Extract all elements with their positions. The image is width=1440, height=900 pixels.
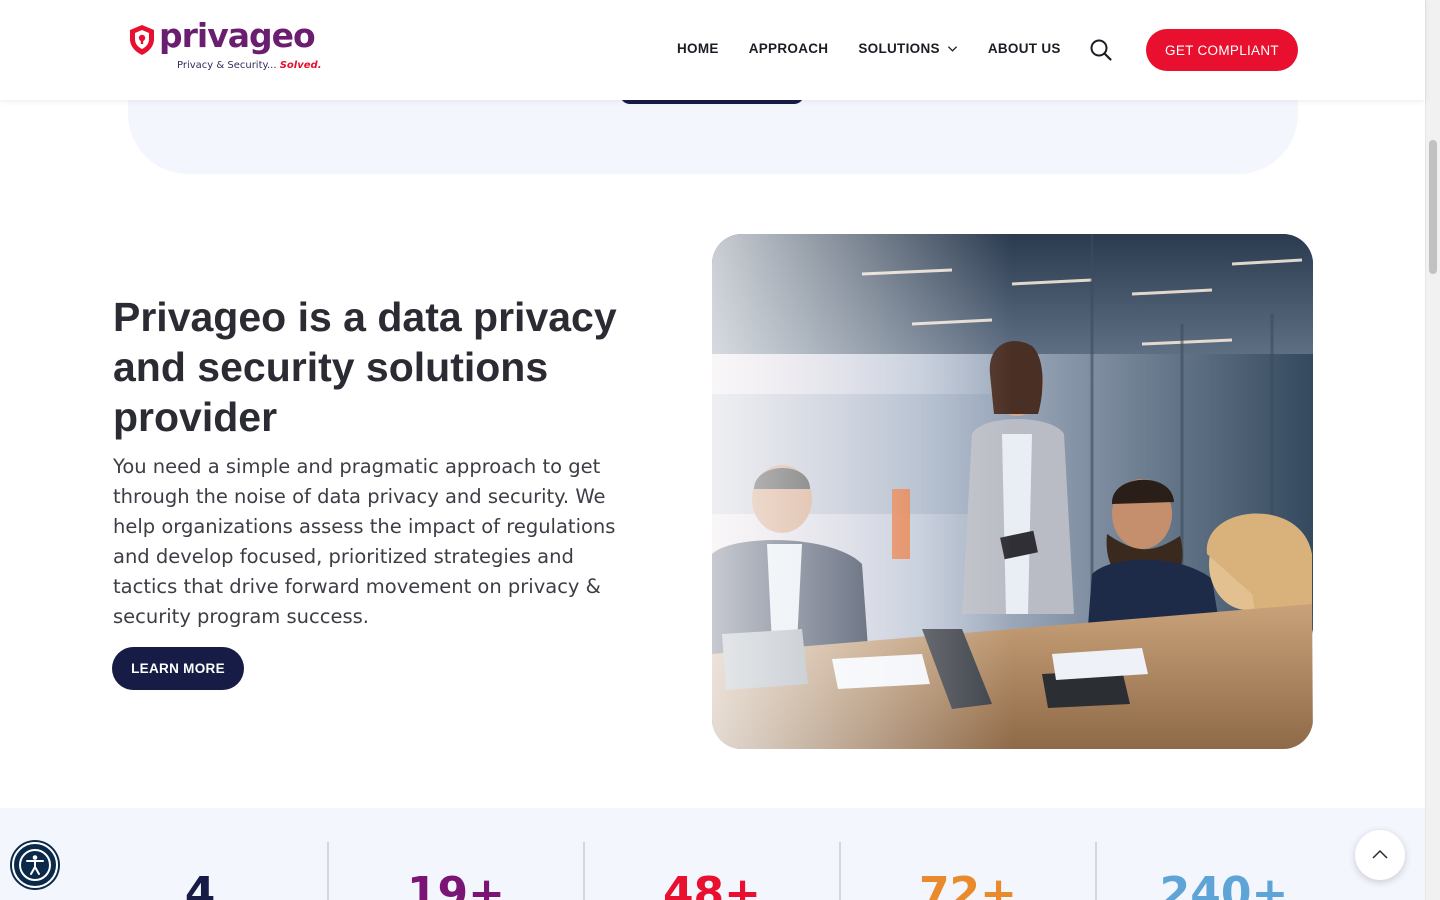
stats-band: 4 19+ 48+ 72+ 240+	[0, 808, 1425, 900]
stat-value: 4	[184, 868, 216, 900]
tagline-accent: Solved.	[279, 60, 322, 71]
stat-value: 48+	[662, 868, 762, 900]
nav-label-solutions: SOLUTIONS	[858, 41, 940, 56]
nav-label-home: HOME	[677, 41, 719, 56]
learn-more-button[interactable]: LEARN MORE	[112, 647, 244, 690]
stat-value: 72+	[918, 868, 1018, 900]
back-to-top-button[interactable]	[1355, 830, 1405, 880]
nav-item-solutions[interactable]: SOLUTIONS	[858, 41, 957, 56]
stat-value: 19+	[406, 868, 506, 900]
nav-item-approach[interactable]: APPROACH	[749, 41, 829, 56]
main-nav: HOME APPROACH SOLUTIONS ABOUT US	[677, 41, 1091, 56]
nav-label-approach: APPROACH	[748, 41, 829, 56]
brand-logo[interactable]: privageo Privacy & Security... Solved.	[128, 16, 322, 76]
page-scrollbar[interactable]	[1425, 0, 1440, 900]
accessibility-button[interactable]	[12, 842, 58, 888]
site-header: privageo Privacy & Security... Solved. H…	[0, 0, 1425, 100]
search-icon[interactable]	[1089, 38, 1113, 62]
tagline-main: Privacy & Security...	[177, 60, 277, 71]
chevron-down-icon	[947, 46, 957, 52]
chevron-up-icon	[1372, 849, 1388, 859]
nav-item-home[interactable]: HOME	[677, 41, 719, 56]
shield-icon	[130, 25, 154, 55]
accessibility-icon	[19, 849, 51, 881]
nav-item-about-us[interactable]: ABOUT US	[988, 41, 1061, 56]
about-title: Privageo is a data privacy and security …	[113, 294, 617, 440]
brand-name: privageo	[159, 16, 316, 55]
about-description: You need a simple and pragmatic approach…	[113, 455, 616, 628]
scrollbar-thumb[interactable]	[1429, 140, 1437, 274]
team-meeting-photo	[712, 234, 1313, 749]
brand-tagline: Privacy & Security... Solved.	[177, 60, 322, 71]
get-compliant-button[interactable]: GET COMPLIANT	[1146, 29, 1298, 71]
nav-label-about-us: ABOUT US	[987, 41, 1061, 56]
stat-value: 240+	[1159, 868, 1289, 900]
